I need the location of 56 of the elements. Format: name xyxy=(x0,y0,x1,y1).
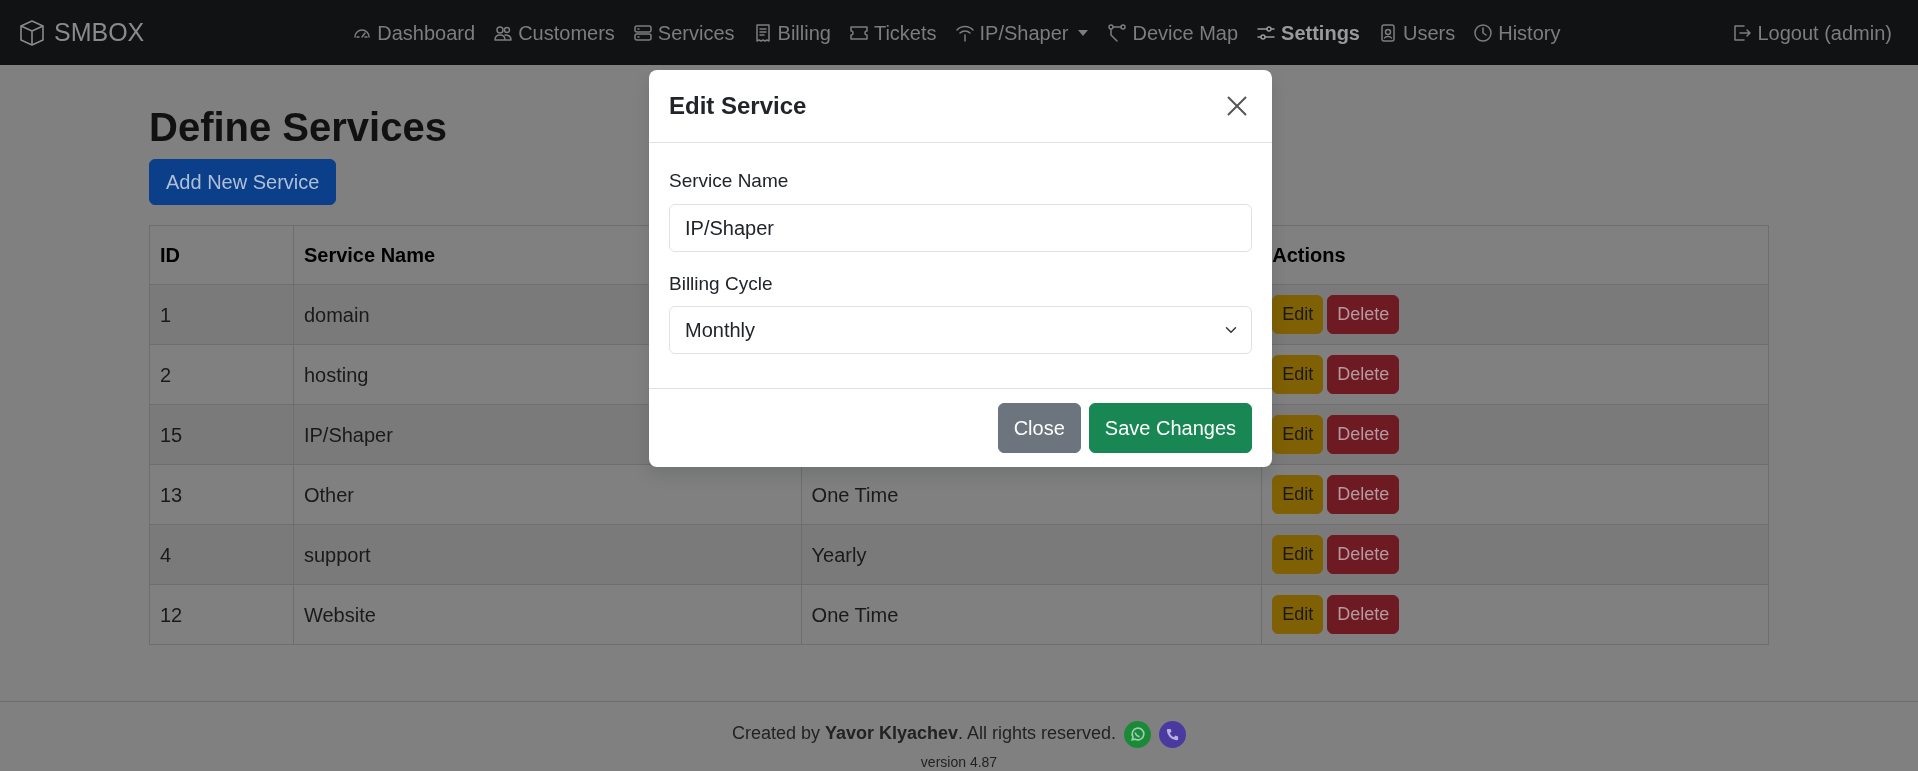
edit-button[interactable]: Edit xyxy=(1272,355,1324,394)
edit-button[interactable]: Edit xyxy=(1272,415,1324,454)
delete-button[interactable]: Delete xyxy=(1327,295,1400,334)
table-cell: One Time xyxy=(801,584,1262,645)
version-text: version 4.87 xyxy=(919,752,999,771)
delete-button[interactable]: Delete xyxy=(1327,355,1400,394)
save-button[interactable]: Save Changes xyxy=(1088,403,1252,453)
table-cell: One Time xyxy=(801,464,1262,525)
nav-link[interactable]: History xyxy=(1465,11,1569,54)
delete-button[interactable]: Delete xyxy=(1327,535,1400,574)
table-cell: Other xyxy=(293,464,802,525)
table-cell: Website xyxy=(293,584,802,645)
table-cell: 2 xyxy=(149,344,294,405)
credit-text: Created by Yavor Klyachev. All rights reserved. xyxy=(731,723,1117,743)
nav-link[interactable]: Users xyxy=(1370,11,1464,54)
phone-icon[interactable] xyxy=(1159,720,1187,748)
add-service-button[interactable]: Add New Service xyxy=(149,159,337,205)
column-header: ID xyxy=(149,225,294,285)
logout-link[interactable]: Logout (admin) xyxy=(1724,11,1900,54)
nav-link[interactable]: Billing xyxy=(744,11,839,54)
edit-button[interactable]: Edit xyxy=(1272,475,1324,514)
billing-cycle-select[interactable]: Monthly xyxy=(669,306,1252,354)
delete-button[interactable]: Delete xyxy=(1327,475,1400,514)
badge-icon xyxy=(1378,22,1398,43)
nav-link[interactable]: Services xyxy=(624,11,743,54)
logout-icon xyxy=(1732,22,1753,43)
nav-link[interactable]: Tickets xyxy=(840,11,945,54)
server-icon xyxy=(632,22,653,43)
nav-link[interactable]: IP/Shaper xyxy=(946,11,1098,54)
clock-icon xyxy=(1473,22,1494,43)
edit-button[interactable]: Edit xyxy=(1272,535,1324,574)
brand-name[interactable]: SMBOX xyxy=(54,13,145,52)
field-label: Service Name xyxy=(669,169,789,193)
table-cell: 15 xyxy=(149,404,294,465)
delete-button[interactable]: Delete xyxy=(1327,415,1400,454)
close-button[interactable]: Close xyxy=(997,403,1081,453)
table-cell: 12 xyxy=(149,584,294,645)
nav-link[interactable]: Dashboard xyxy=(344,11,484,54)
table-cell: 13 xyxy=(149,464,294,525)
page-title: Define Services xyxy=(149,104,447,151)
modal-title: Edit Service xyxy=(669,91,807,121)
table-cell: 4 xyxy=(149,524,294,585)
caret-icon xyxy=(1077,28,1090,37)
nav-link[interactable]: Settings xyxy=(1248,11,1368,54)
edit-button[interactable]: Edit xyxy=(1272,595,1324,634)
delete-button[interactable]: Delete xyxy=(1327,595,1400,634)
node-icon xyxy=(1107,22,1128,43)
table-cell: support xyxy=(293,524,802,585)
table-cell: Yearly xyxy=(801,524,1262,585)
whatsapp-icon[interactable] xyxy=(1124,720,1152,748)
nav-link[interactable]: Device Map xyxy=(1099,11,1247,54)
service-name-field[interactable]: IP/Shaper xyxy=(669,203,1252,252)
table-cell: 1 xyxy=(149,284,294,345)
box-icon xyxy=(18,18,46,47)
nav-link[interactable]: Customers xyxy=(485,11,623,54)
edit-button[interactable]: Edit xyxy=(1272,295,1324,334)
